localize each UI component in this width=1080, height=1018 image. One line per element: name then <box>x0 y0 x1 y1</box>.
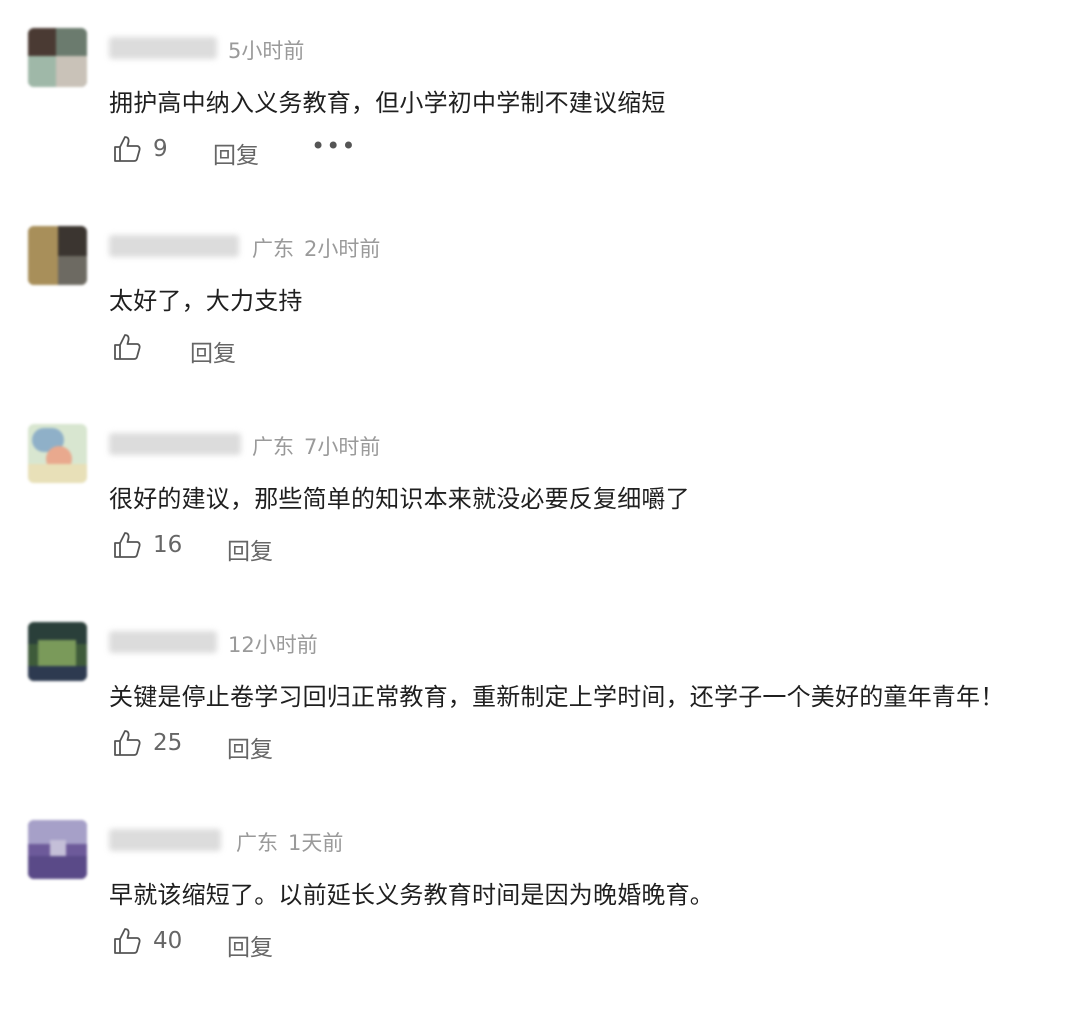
comment-time: 1天前 <box>288 831 344 855</box>
comment-item: 5小时前 拥护高中纳入义务教育，但小学初中学制不建议缩短 9 回复 ••• <box>0 28 1080 226</box>
thumbs-up-icon <box>114 334 141 360</box>
comment-actions: 40 回复 <box>112 926 532 962</box>
reply-button[interactable]: 回复 <box>227 928 273 962</box>
comment-item: 广东 2小时前 太好了，大力支持 回复 <box>0 226 1080 424</box>
like-button[interactable]: 25 <box>112 728 182 758</box>
comment-item: 广东 1天前 早就该缩短了。以前延长义务教育时间是因为晚婚晚育。 40 回复 <box>0 820 1080 1018</box>
comment-text: 拥护高中纳入义务教育，但小学初中学制不建议缩短 <box>109 89 666 117</box>
comment-actions: 9 回复 ••• <box>112 132 532 170</box>
comment-text: 太好了，大力支持 <box>109 287 303 315</box>
comment-item: 广东 7小时前 很好的建议，那些简单的知识本来就没必要反复细嚼了 16 回复 <box>0 424 1080 622</box>
comment-text: 很好的建议，那些简单的知识本来就没必要反复细嚼了 <box>109 485 690 513</box>
comment-meta: 5小时前 <box>228 35 304 65</box>
comment-location: 广东 <box>252 435 294 459</box>
username-blurred[interactable] <box>109 37 217 59</box>
username-blurred[interactable] <box>109 829 221 851</box>
avatar[interactable] <box>28 622 87 681</box>
thumbs-up-icon <box>114 928 141 954</box>
comment-time: 2小时前 <box>304 237 381 261</box>
username-blurred[interactable] <box>109 433 241 455</box>
comment-time: 5小时前 <box>228 39 305 63</box>
like-button[interactable]: 9 <box>112 134 168 164</box>
comment-text: 早就该缩短了。以前延长义务教育时间是因为晚婚晚育。 <box>109 881 714 909</box>
comment-time: 7小时前 <box>304 435 381 459</box>
like-count: 16 <box>153 532 183 558</box>
comment-meta: 广东 7小时前 <box>252 431 380 461</box>
comment-time: 12小时前 <box>228 633 318 657</box>
comment-item: 12小时前 关键是停止卷学习回归正常教育，重新制定上学时间，还学子一个美好的童年… <box>0 622 1080 820</box>
comment-location: 广东 <box>236 831 278 855</box>
comment-text: 关键是停止卷学习回归正常教育，重新制定上学时间，还学子一个美好的童年青年！ <box>109 683 1005 711</box>
comment-actions: 回复 <box>112 332 532 368</box>
comment-actions: 16 回复 <box>112 530 532 566</box>
username-blurred[interactable] <box>109 631 217 653</box>
reply-button[interactable]: 回复 <box>190 334 236 368</box>
username-blurred[interactable] <box>109 235 239 257</box>
like-count: 9 <box>153 136 168 162</box>
comment-location: 广东 <box>252 237 294 261</box>
avatar[interactable] <box>28 424 87 483</box>
reply-button[interactable]: 回复 <box>213 136 259 170</box>
reply-button[interactable]: 回复 <box>227 532 273 566</box>
like-count: 40 <box>153 928 183 954</box>
avatar[interactable] <box>28 226 87 285</box>
thumbs-up-icon <box>114 136 141 162</box>
comment-meta: 12小时前 <box>228 629 318 659</box>
reply-button[interactable]: 回复 <box>227 730 273 764</box>
like-button[interactable]: 40 <box>112 926 182 956</box>
thumbs-up-icon <box>114 532 141 558</box>
comment-meta: 广东 1天前 <box>236 827 343 857</box>
thumbs-up-icon <box>114 730 141 756</box>
avatar[interactable] <box>28 28 87 87</box>
comment-actions: 25 回复 <box>112 728 532 764</box>
like-button[interactable]: 16 <box>112 530 182 560</box>
like-button[interactable] <box>112 332 153 362</box>
more-options-icon[interactable]: ••• <box>311 132 356 160</box>
like-count: 25 <box>153 730 183 756</box>
avatar[interactable] <box>28 820 87 879</box>
comment-meta: 广东 2小时前 <box>252 233 380 263</box>
